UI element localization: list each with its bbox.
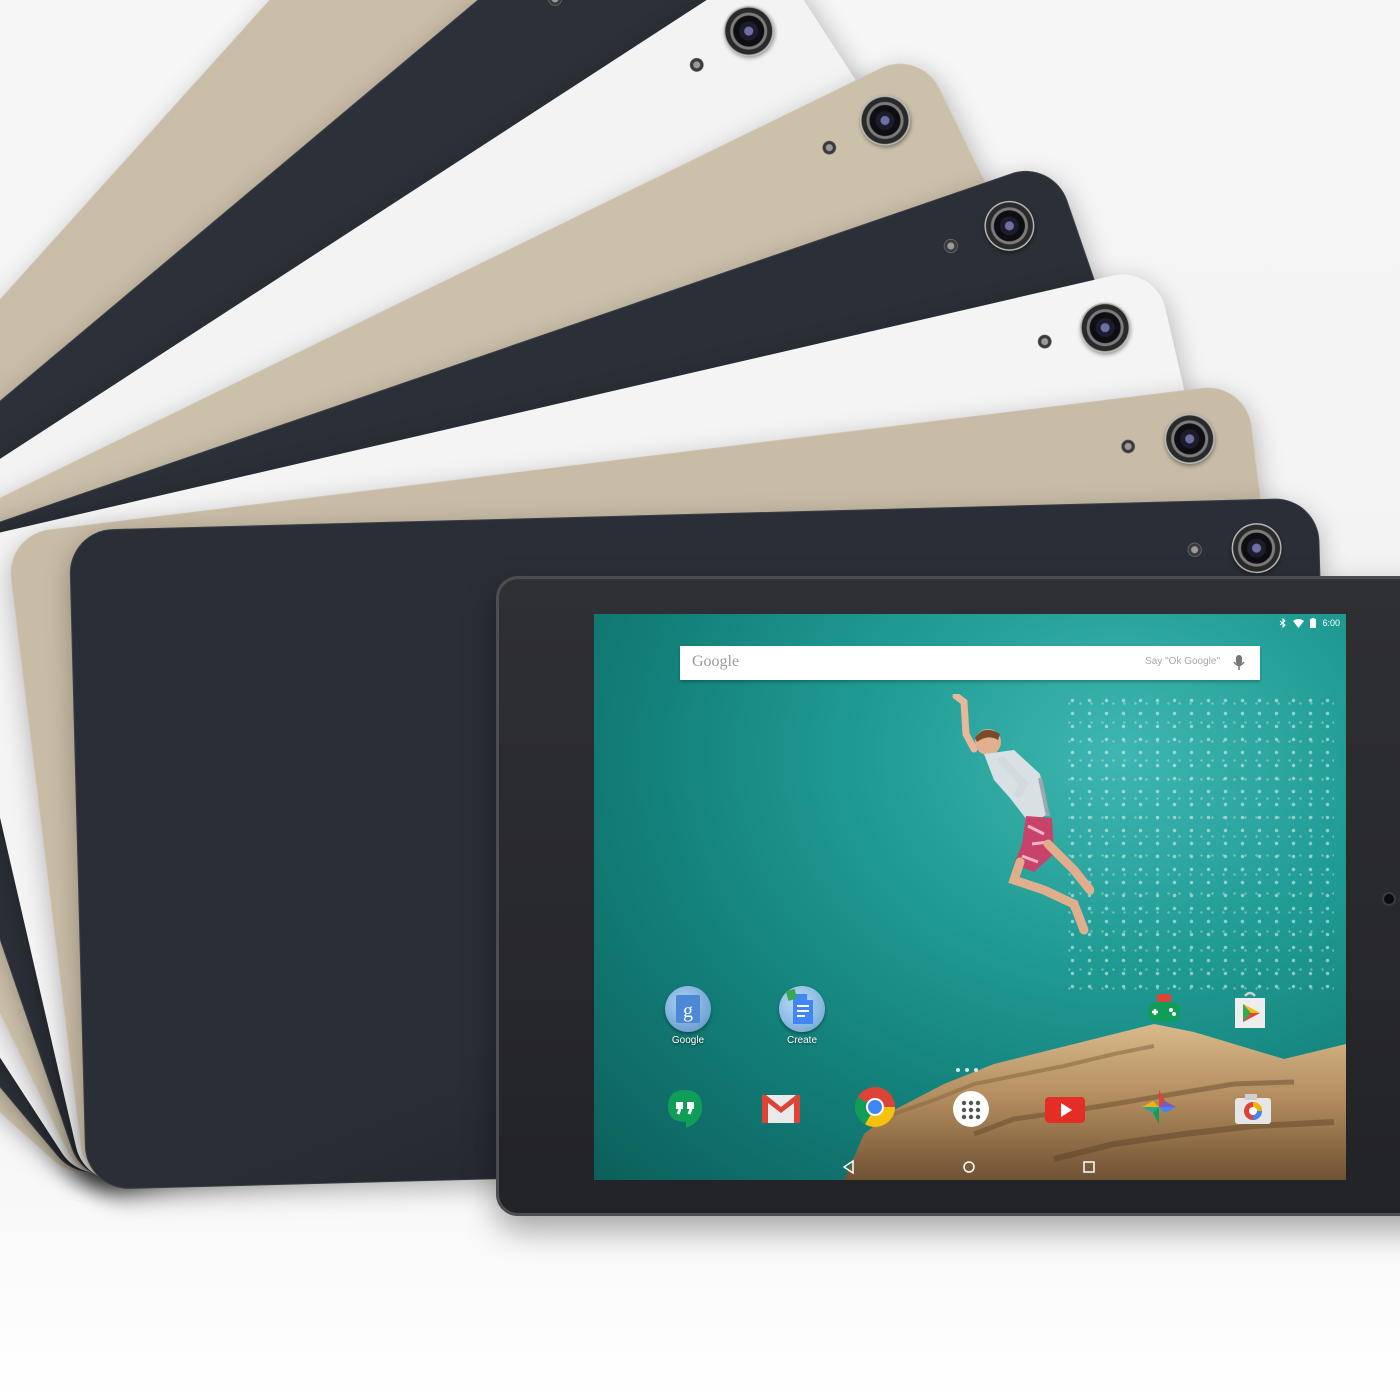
rear-camera-icon	[714, 0, 784, 66]
create-folder-label: Create	[786, 1035, 817, 1046]
play-store-icon[interactable]	[1220, 988, 1280, 1037]
camera-icon[interactable]	[1230, 1086, 1276, 1132]
back-button-icon[interactable]	[840, 1158, 858, 1176]
home-button-icon[interactable]	[960, 1158, 978, 1176]
chrome-icon[interactable]	[852, 1084, 898, 1130]
google-g-icon: g	[676, 995, 700, 1023]
play-games-icon[interactable]	[1134, 988, 1194, 1037]
flash-icon	[545, 0, 565, 9]
status-bar: 6:00	[1279, 616, 1340, 630]
front-camera	[1384, 894, 1394, 904]
wifi-icon	[1293, 618, 1305, 628]
status-time: 6:00	[1322, 618, 1340, 628]
gamepad-icon	[1148, 994, 1180, 1022]
cliff-jumper	[952, 694, 1094, 935]
app-drawer-icon[interactable]	[948, 1086, 994, 1132]
product-scene: 6:00 Google Say "Ok Google" g Google Cre…	[0, 0, 1400, 1400]
google-logo: Google	[692, 653, 740, 670]
flash-icon	[941, 237, 960, 255]
tablet-screen: 6:00 Google Say "Ok Google" g Google Cre…	[594, 614, 1346, 1180]
docs-icon	[785, 988, 813, 1024]
google-search-bar[interactable]: Google Say "Ok Google"	[680, 646, 1260, 680]
flash-icon	[819, 138, 839, 158]
recents-button-icon[interactable]	[1080, 1158, 1098, 1176]
flash-icon	[1036, 333, 1054, 350]
hangouts-icon[interactable]	[662, 1086, 708, 1132]
rear-camera-icon	[1230, 522, 1283, 574]
shopping-bag-icon	[1235, 991, 1265, 1028]
mic-icon[interactable]	[1232, 654, 1246, 672]
flash-icon	[687, 55, 707, 75]
flash-icon	[1120, 438, 1136, 455]
rear-camera-icon	[851, 87, 919, 154]
gmail-icon[interactable]	[758, 1086, 804, 1132]
youtube-icon[interactable]	[1042, 1086, 1088, 1132]
svg-text:g: g	[683, 1000, 693, 1022]
bluetooth-icon	[1280, 618, 1287, 628]
photos-icon[interactable]	[1136, 1084, 1182, 1130]
page-indicator	[956, 1068, 978, 1072]
google-folder-icon[interactable]: g Google	[658, 986, 718, 1046]
create-folder-icon[interactable]: Create	[772, 986, 832, 1046]
nav-bar	[594, 1154, 1346, 1180]
rear-camera-icon	[977, 194, 1042, 258]
front-tablet: 6:00 Google Say "Ok Google" g Google Cre…	[496, 576, 1400, 1216]
search-hint: Say "Ok Google"	[1145, 656, 1220, 667]
battery-icon	[1310, 618, 1317, 628]
rear-camera-icon	[1075, 297, 1136, 358]
rear-camera-icon	[1161, 411, 1218, 467]
google-folder-label: Google	[671, 1035, 705, 1046]
flash-icon	[1187, 542, 1202, 557]
